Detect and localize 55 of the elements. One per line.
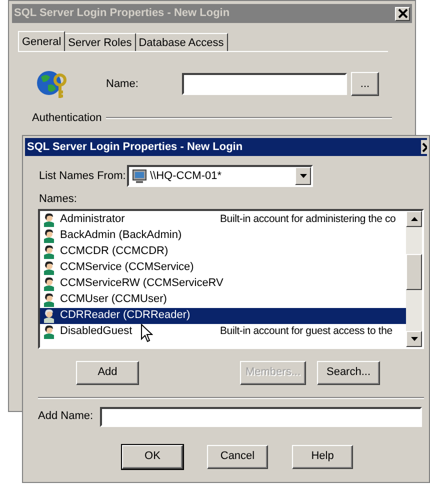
button[interactable]: Add [76, 360, 139, 384]
field-label: Name: [106, 76, 140, 92]
field-label: Add Name: [38, 409, 94, 424]
person-icon [42, 244, 56, 259]
tab[interactable]: General [18, 31, 66, 51]
button[interactable]: ... [351, 72, 379, 96]
tab[interactable]: Database Access [136, 33, 228, 51]
field-label: List Names From: [39, 168, 127, 184]
person-icon [42, 276, 56, 291]
name-text: CCMUser (CCMUser) [60, 292, 167, 308]
mouse-pointer-icon [141, 324, 153, 342]
person-icon [42, 292, 56, 307]
scroll-thumb[interactable] [406, 254, 422, 290]
scroll-up-icon[interactable] [406, 210, 422, 226]
person-icon [42, 260, 56, 275]
tab[interactable]: Server Roles [65, 33, 136, 51]
list-row[interactable]: DisabledGuest Built-in account for guest access to the [40, 324, 406, 340]
list-row[interactable]: CDRReader (CDRReader) [40, 308, 406, 324]
group-label: Authentication [32, 111, 103, 126]
list-row[interactable]: BackAdmin (BackAdmin) [40, 228, 406, 244]
button[interactable]: Search... [317, 360, 380, 384]
name-text: CCMServiceRW (CCMServiceRV [60, 276, 224, 292]
list-row[interactable]: Administrator Built-in account for administering the co [40, 212, 406, 228]
add-name-field[interactable] [100, 406, 422, 426]
button[interactable]: Help [292, 444, 353, 468]
scrollbar[interactable] [406, 210, 422, 346]
window-title: SQL Server Login Properties - New Login [27, 140, 243, 155]
name-text: CCMService (CCMService) [60, 260, 194, 276]
dropdown-value: \\HQ-CCM-01* [150, 168, 223, 184]
button[interactable]: Cancel [207, 444, 268, 468]
window-title: SQL Server Login Properties - New Login [14, 6, 230, 22]
description-text: Built-in account for guest access to the [220, 324, 392, 339]
person-icon [42, 228, 56, 243]
name-text: BackAdmin (BackAdmin) [60, 228, 182, 244]
list-row[interactable]: CCMUser (CCMUser) [40, 292, 406, 308]
description-text: Built-in account for administering the co [220, 212, 396, 227]
field-label: Names: [39, 192, 77, 207]
person-icon [42, 212, 56, 227]
list-row[interactable]: CCMService (CCMService) [40, 260, 406, 276]
names-list[interactable] [38, 208, 424, 348]
dropdown[interactable]: \\HQ-CCM-01* [127, 165, 313, 187]
name-text: DisabledGuest [60, 324, 132, 340]
name-field[interactable] [182, 73, 347, 95]
close-button[interactable] [421, 140, 427, 154]
button[interactable]: OK [122, 444, 183, 468]
list-row[interactable]: CCMServiceRW (CCMServiceRV [40, 276, 406, 292]
person-icon [42, 308, 56, 323]
list-row[interactable]: CCMCDR (CCMCDR) [40, 244, 406, 260]
person-icon [42, 324, 56, 339]
computer-icon [131, 168, 148, 184]
scroll-down-icon[interactable] [406, 330, 422, 346]
name-text: Administrator [60, 212, 125, 228]
name-text: CDRReader (CDRReader) [60, 308, 190, 324]
name-text: CCMCDR (CCMCDR) [60, 244, 168, 260]
close-button[interactable] [395, 6, 410, 20]
